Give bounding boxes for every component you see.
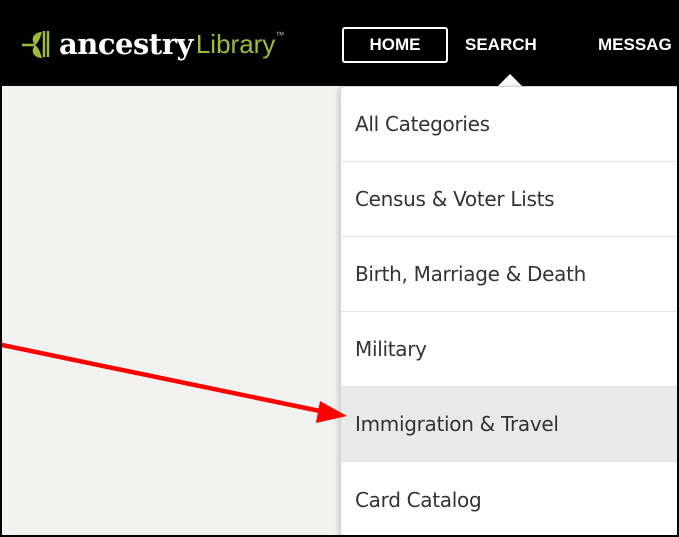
screenshot-frame: ancestry Library ™ HOME SEARCH MESSAG Al… [0, 0, 679, 537]
annotation-arrow [2, 342, 347, 423]
